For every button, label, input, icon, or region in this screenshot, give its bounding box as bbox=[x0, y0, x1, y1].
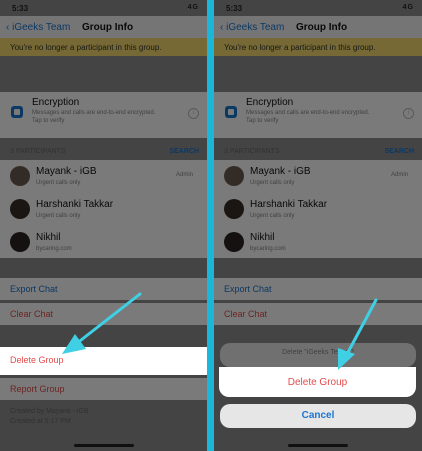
encryption-row[interactable]: Encryption Messages and calls are end-to… bbox=[0, 92, 207, 138]
info-icon: i bbox=[403, 108, 414, 119]
back-button[interactable]: ‹ iGeeks Team bbox=[6, 22, 70, 33]
member-name: Nikhil bbox=[36, 232, 61, 243]
sheet-delete-group-button[interactable]: Delete Group bbox=[219, 367, 416, 397]
participants-count: 3 PARTICIPANTS bbox=[10, 148, 66, 155]
list-item[interactable]: Nikhil bycaring.com bbox=[0, 226, 207, 258]
member-status: Urgent calls only bbox=[250, 213, 295, 219]
lock-icon bbox=[11, 106, 23, 118]
signal-icon: 4G bbox=[402, 4, 414, 11]
admin-badge: Admin bbox=[175, 172, 193, 178]
report-group-label: Report Group bbox=[10, 384, 65, 394]
member-status: bycaring.com bbox=[250, 246, 286, 252]
participants-count: 3 PARTICIPANTS bbox=[224, 148, 280, 155]
cancel-label: Cancel bbox=[301, 410, 335, 421]
participants-list: Mayank - iGB Urgent calls only Admin Har… bbox=[214, 160, 422, 258]
avatar bbox=[10, 166, 30, 186]
participants-search-link[interactable]: SEARCH bbox=[169, 148, 199, 155]
tutorial-composite: 5:33 4G ‹ iGeeks Team Group Info You're … bbox=[0, 0, 422, 451]
member-status: Urgent calls only bbox=[36, 213, 81, 219]
export-chat-label: Export Chat bbox=[224, 284, 272, 294]
action-sheet: Delete "iGeeks Team"? bbox=[220, 343, 416, 367]
member-name: Mayank - iGB bbox=[250, 166, 311, 177]
participants-header: 3 PARTICIPANTS SEARCH bbox=[10, 148, 199, 155]
encryption-subtitle: Messages and calls are end-to-end encryp… bbox=[246, 110, 370, 116]
encryption-subtitle: Messages and calls are end-to-end encryp… bbox=[32, 110, 156, 116]
list-item[interactable]: Nikhil bycaring.com bbox=[214, 226, 422, 258]
encryption-title: Encryption bbox=[246, 97, 294, 108]
created-by-text: Created by Mayank - iGB bbox=[10, 408, 89, 415]
participants-list: Mayank - iGB Urgent calls only Admin Har… bbox=[0, 160, 207, 258]
not-participant-banner: You're no longer a participant in this g… bbox=[214, 38, 422, 56]
participants-header: 3 PARTICIPANTS SEARCH bbox=[224, 148, 414, 155]
member-name: Harshanki Takkar bbox=[250, 199, 328, 210]
delete-group-button[interactable]: Delete Group bbox=[0, 347, 207, 375]
member-name: Harshanki Takkar bbox=[36, 199, 114, 210]
avatar bbox=[224, 199, 244, 219]
member-status: Urgent calls only bbox=[250, 180, 295, 186]
encryption-tap: Tap to verify bbox=[32, 118, 65, 124]
participants-search-link[interactable]: SEARCH bbox=[384, 148, 414, 155]
export-chat-button[interactable]: Export Chat bbox=[0, 278, 207, 300]
list-item[interactable]: Harshanki Takkar Urgent calls only bbox=[214, 193, 422, 225]
info-icon: i bbox=[188, 108, 199, 119]
home-indicator bbox=[73, 444, 134, 447]
home-indicator bbox=[288, 444, 348, 447]
member-status: bycaring.com bbox=[36, 246, 72, 252]
clear-chat-label: Clear Chat bbox=[10, 309, 54, 319]
status-time: 5:33 bbox=[12, 4, 29, 13]
cancel-button[interactable]: Cancel bbox=[220, 404, 416, 428]
encryption-row[interactable]: Encryption Messages and calls are end-to… bbox=[214, 92, 422, 138]
page-title: Group Info bbox=[82, 22, 134, 33]
action-sheet-title: Delete "iGeeks Team"? bbox=[282, 349, 354, 356]
member-name: Nikhil bbox=[250, 232, 275, 243]
member-status: Urgent calls only bbox=[36, 180, 81, 186]
avatar bbox=[10, 199, 30, 219]
export-chat-button[interactable]: Export Chat bbox=[214, 278, 422, 300]
export-chat-label: Export Chat bbox=[10, 284, 58, 294]
clear-chat-button[interactable]: Clear Chat bbox=[0, 303, 207, 325]
avatar bbox=[224, 232, 244, 252]
encryption-tap: Tap to verify bbox=[246, 118, 279, 124]
back-button[interactable]: ‹ iGeeks Team bbox=[220, 22, 284, 33]
report-group-button[interactable]: Report Group bbox=[0, 378, 207, 400]
page-title: Group Info bbox=[296, 22, 348, 33]
clear-chat-button[interactable]: Clear Chat bbox=[214, 303, 422, 325]
admin-badge: Admin bbox=[390, 172, 408, 178]
nav-bar: ‹ iGeeks Team Group Info bbox=[214, 16, 422, 38]
status-bar: 5:33 4G bbox=[0, 0, 207, 16]
delete-group-label: Delete Group bbox=[10, 355, 64, 365]
clear-chat-label: Clear Chat bbox=[224, 309, 268, 319]
lock-icon bbox=[225, 106, 237, 118]
member-name: Mayank - iGB bbox=[36, 166, 97, 177]
list-item[interactable]: Mayank - iGB Urgent calls only Admin bbox=[214, 160, 422, 192]
created-at-text: Created at 5:17 PM bbox=[10, 418, 71, 425]
nav-bar: ‹ iGeeks Team Group Info bbox=[0, 16, 207, 38]
list-item[interactable]: Mayank - iGB Urgent calls only Admin bbox=[0, 160, 207, 192]
signal-icon: 4G bbox=[187, 4, 199, 11]
avatar bbox=[10, 232, 30, 252]
sheet-delete-group-label: Delete Group bbox=[287, 377, 348, 388]
left-screen: 5:33 4G ‹ iGeeks Team Group Info You're … bbox=[0, 0, 207, 451]
not-participant-banner: You're no longer a participant in this g… bbox=[0, 38, 207, 56]
avatar bbox=[224, 166, 244, 186]
status-time: 5:33 bbox=[226, 4, 243, 13]
encryption-title: Encryption bbox=[32, 97, 80, 108]
list-item[interactable]: Harshanki Takkar Urgent calls only bbox=[0, 193, 207, 225]
status-bar: 5:33 4G bbox=[214, 0, 422, 16]
